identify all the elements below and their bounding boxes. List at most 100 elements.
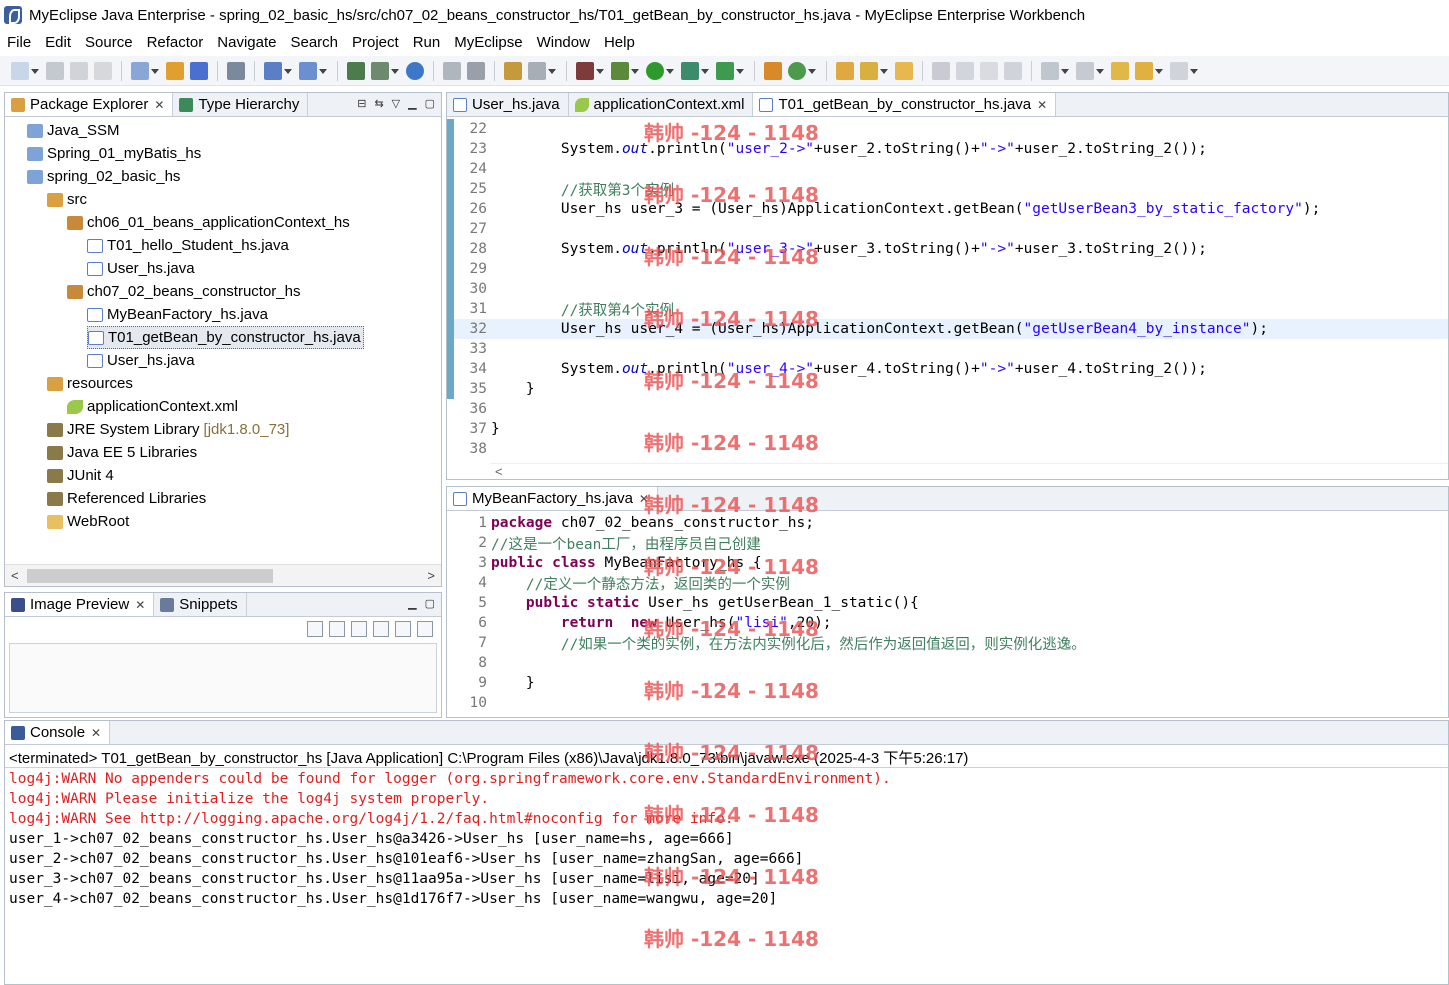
console-output[interactable]: log4j:WARN No appenders could be found f…: [9, 769, 1448, 909]
coverage-icon[interactable]: [681, 61, 709, 80]
step-icon[interactable]: [443, 61, 461, 80]
close-icon[interactable]: ✕: [639, 492, 649, 506]
tree-item[interactable]: Java_SSM: [27, 119, 120, 142]
tree-item[interactable]: WebRoot: [47, 510, 129, 533]
save-icon[interactable]: [46, 61, 64, 80]
run-icon[interactable]: [646, 61, 674, 80]
tree-item[interactable]: ch06_01_beans_applicationContext_hs: [67, 211, 350, 234]
tree-item[interactable]: Referenced Libraries: [47, 487, 206, 510]
tab-snippets[interactable]: Snippets: [154, 593, 247, 616]
minimize-icon[interactable]: ▁: [408, 98, 416, 110]
tree-item[interactable]: spring_02_basic_hs: [27, 165, 180, 188]
menu-navigate[interactable]: Navigate: [217, 34, 276, 51]
link-icon[interactable]: [307, 621, 323, 637]
new-project-icon[interactable]: [131, 61, 159, 80]
highlight-icon[interactable]: [956, 61, 974, 80]
new-wizard-icon[interactable]: [11, 61, 39, 80]
next-annotation-icon[interactable]: [1041, 61, 1069, 80]
new-class-icon[interactable]: [788, 61, 816, 80]
open-folder-icon[interactable]: [836, 61, 854, 80]
close-icon[interactable]: ✕: [91, 726, 101, 740]
tab-type-hierarchy[interactable]: Type Hierarchy: [173, 93, 309, 116]
tab-mybeanfactory[interactable]: MyBeanFactory_hs.java ✕: [447, 487, 658, 510]
tree-item[interactable]: Spring_01_myBatis_hs: [27, 142, 201, 165]
close-icon[interactable]: ✕: [154, 98, 164, 112]
maximize-icon[interactable]: ▢: [425, 98, 435, 110]
show-whitespace-icon[interactable]: [1004, 61, 1022, 80]
external-tools-icon[interactable]: [528, 61, 556, 80]
link-editor-icon[interactable]: ⇆: [374, 98, 383, 110]
back-icon[interactable]: [1135, 61, 1163, 80]
server-icon[interactable]: [190, 61, 208, 80]
tab-image-preview[interactable]: Image Preview ✕: [5, 593, 155, 616]
editor-horizontal-scrollbar[interactable]: <: [491, 463, 1448, 479]
scroll-left-icon[interactable]: <: [11, 568, 19, 583]
tree-item[interactable]: Java EE 5 Libraries: [47, 441, 197, 464]
globe-icon[interactable]: [406, 61, 424, 80]
tab-package-explorer[interactable]: Package Explorer ✕: [5, 93, 174, 116]
tab-application-context[interactable]: applicationContext.xml: [569, 93, 754, 116]
maximize-icon[interactable]: ▢: [425, 598, 435, 610]
tree-item[interactable]: ch07_02_beans_constructor_hs: [67, 280, 301, 303]
menu-edit[interactable]: Edit: [45, 34, 71, 51]
debug-server-icon[interactable]: [576, 61, 604, 80]
tree-item[interactable]: User_hs.java: [87, 349, 195, 372]
view-menu-icon[interactable]: ▽: [392, 98, 400, 110]
save-all-icon[interactable]: [70, 61, 88, 80]
deploy-icon[interactable]: [166, 61, 184, 80]
tree-item[interactable]: JUnit 4: [47, 464, 114, 487]
tree-item-selected[interactable]: T01_getBean_by_constructor_hs.java: [87, 326, 364, 349]
zoom-fit-icon[interactable]: [417, 621, 433, 637]
browser-icon[interactable]: [264, 61, 292, 80]
run-external-icon[interactable]: [716, 61, 744, 80]
collapse-all-icon[interactable]: ⊟: [357, 98, 366, 110]
tab-t01-getbean[interactable]: T01_getBean_by_constructor_hs.java ✕: [753, 93, 1057, 116]
menu-refactor[interactable]: Refactor: [147, 34, 204, 51]
tab-user-hs[interactable]: User_hs.java: [447, 93, 569, 116]
menu-source[interactable]: Source: [85, 34, 133, 51]
last-edit-icon[interactable]: [1111, 61, 1129, 80]
fit-icon[interactable]: [329, 621, 345, 637]
report-design-icon[interactable]: [371, 61, 399, 80]
tree-item[interactable]: src: [47, 188, 87, 211]
horizontal-scrollbar[interactable]: < >: [5, 564, 441, 586]
open-resource-icon[interactable]: [895, 61, 913, 80]
open-type-icon[interactable]: [227, 61, 245, 80]
zoom-out-icon[interactable]: [351, 621, 367, 637]
tab-console[interactable]: Console ✕: [5, 721, 111, 744]
tree-item[interactable]: JRE System Library [jdk1.8.0_73]: [47, 418, 289, 441]
minimize-icon[interactable]: ▁: [408, 598, 416, 610]
new-package-icon[interactable]: [764, 61, 782, 80]
menu-search[interactable]: Search: [290, 34, 338, 51]
skip-icon[interactable]: [467, 61, 485, 80]
tree-item[interactable]: User_hs.java: [87, 257, 195, 280]
close-icon[interactable]: ✕: [135, 598, 145, 612]
scroll-right-icon[interactable]: >: [427, 568, 435, 583]
close-icon[interactable]: ✕: [1037, 98, 1047, 112]
scroll-left-icon[interactable]: <: [495, 464, 503, 479]
report-icon[interactable]: [347, 61, 365, 80]
menu-myeclipse[interactable]: MyEclipse: [454, 34, 522, 51]
tree-item[interactable]: MyBeanFactory_hs.java: [87, 303, 268, 326]
previous-annotation-icon[interactable]: [1076, 61, 1104, 80]
actual-size-icon[interactable]: [395, 621, 411, 637]
menu-file[interactable]: File: [7, 34, 31, 51]
menu-project[interactable]: Project: [352, 34, 399, 51]
annotation-icon[interactable]: [932, 61, 950, 80]
menu-help[interactable]: Help: [604, 34, 635, 51]
scrollbar-thumb[interactable]: [27, 569, 273, 583]
tab-label: Console: [30, 724, 86, 741]
tree-item[interactable]: T01_hello_Student_hs.java: [87, 234, 289, 257]
debug-icon[interactable]: [611, 61, 639, 80]
tree-item[interactable]: resources: [47, 372, 133, 395]
search-tool-icon[interactable]: [860, 61, 888, 80]
zoom-in-icon[interactable]: [373, 621, 389, 637]
task-icon[interactable]: [504, 61, 522, 80]
print-icon[interactable]: [94, 61, 112, 80]
block-select-icon[interactable]: [980, 61, 998, 80]
tree-item[interactable]: applicationContext.xml: [67, 395, 238, 418]
menu-window[interactable]: Window: [537, 34, 590, 51]
menu-run[interactable]: Run: [413, 34, 441, 51]
web-icon[interactable]: [299, 61, 327, 80]
forward-icon[interactable]: [1170, 61, 1198, 80]
